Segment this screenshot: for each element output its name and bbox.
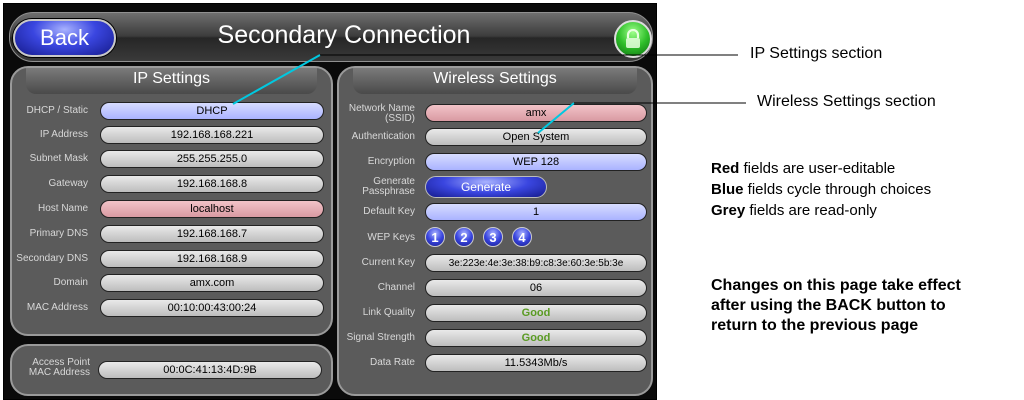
legend-red: Red fields are user-editable (711, 160, 895, 177)
legend-blue-text: fields cycle through choices (743, 181, 932, 198)
changes-note: Changes on this page take effect after u… (711, 277, 961, 334)
legend-grey: Grey fields are read-only (711, 202, 877, 219)
legend-blue: Blue fields cycle through choices (711, 181, 931, 198)
legend-grey-bold: Grey (711, 202, 746, 219)
legend-red-bold: Red (711, 160, 740, 177)
legend-red-text: fields are user-editable (739, 160, 896, 177)
legend-blue-bold: Blue (711, 181, 744, 198)
legend-grey-text: fields are read-only (745, 202, 877, 219)
ip-section-pointer (232, 54, 321, 105)
wireless-section-annotation: Wireless Settings section (757, 93, 936, 110)
ip-section-annotation: IP Settings section (750, 45, 883, 62)
wireless-section-pointer (537, 102, 575, 134)
